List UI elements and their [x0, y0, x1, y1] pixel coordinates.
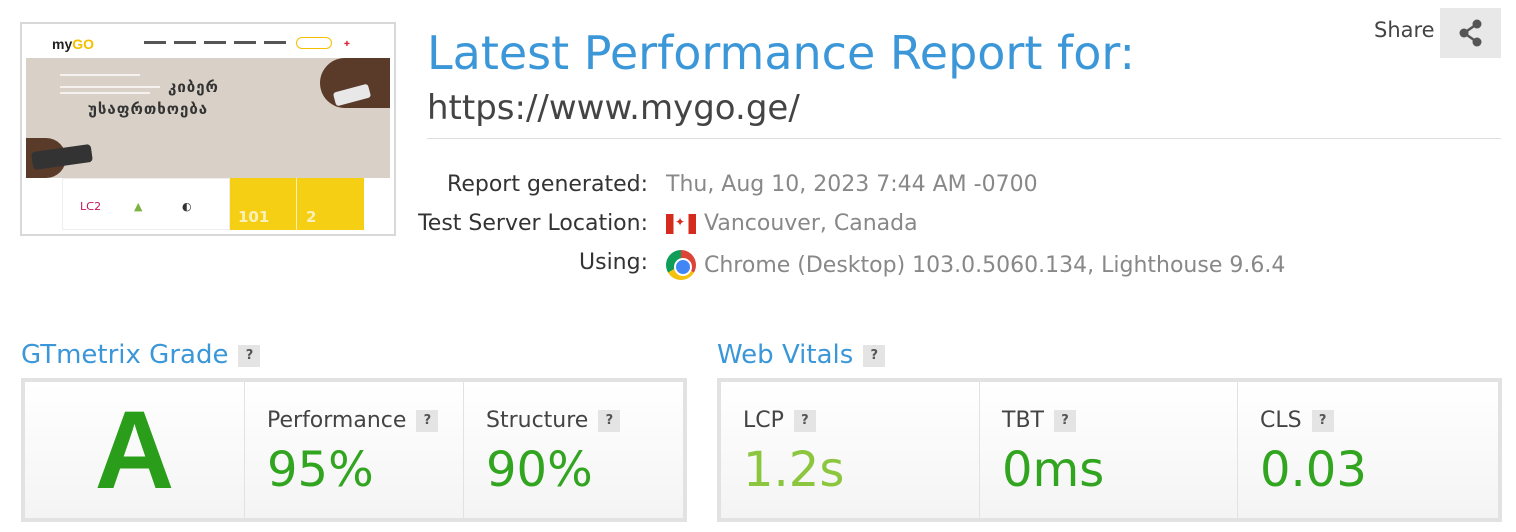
thumbnail-headline-2: უსაფრთხოება — [88, 100, 209, 118]
thumbnail-pill — [296, 37, 332, 49]
lcp-cell: LCP? 1.2s — [721, 382, 980, 518]
help-icon[interactable]: ? — [598, 410, 621, 432]
thumbnail-lang-icon: ✚ — [344, 40, 350, 48]
divider — [427, 138, 1501, 139]
tbt-label: TBT? — [1002, 408, 1076, 433]
lcp-label: LCP? — [743, 408, 816, 433]
thumbnail-text-line — [60, 74, 140, 76]
lcp-value: 1.2s — [743, 442, 845, 498]
chrome-icon — [666, 250, 696, 280]
share-button[interactable] — [1440, 8, 1501, 58]
meta-label: Test Server Location: — [418, 211, 648, 236]
web-vitals-title: Web Vitals? — [717, 340, 886, 370]
tbt-cell: TBT? 0ms — [980, 382, 1238, 518]
page-title: Latest Performance Report for: — [427, 26, 1135, 80]
structure-value: 90% — [486, 442, 593, 498]
thumbnail-partner-logo: ▲ — [134, 200, 143, 213]
structure-label: Structure? — [486, 408, 621, 433]
meta-row-generated: Report generated: Thu, Aug 10, 2023 7:44… — [400, 172, 1300, 200]
meta-value: Vancouver, Canada — [666, 211, 918, 236]
structure-cell: Structure? 90% — [464, 382, 683, 518]
help-icon[interactable]: ? — [238, 344, 261, 367]
browser-text: Chrome (Desktop) 103.0.5060.134, Lightho… — [704, 252, 1286, 278]
share-label[interactable]: Share — [1374, 18, 1435, 42]
thumbnail-stats-panel: 101 2 — [230, 178, 364, 230]
help-icon[interactable]: ? — [1053, 410, 1076, 432]
thumbnail-logo: myGO — [52, 36, 95, 52]
grade-letter: A — [25, 382, 244, 518]
thumbnail-partner-logo: ◐ — [182, 200, 192, 213]
cls-cell: CLS? 0.03 — [1238, 382, 1498, 518]
web-vitals-panel: LCP? 1.2s TBT? 0ms CLS? 0.03 — [717, 378, 1502, 522]
performance-label: Performance? — [267, 408, 439, 433]
location-text: Vancouver, Canada — [704, 211, 918, 236]
meta-value: Thu, Aug 10, 2023 7:44 AM -0700 — [666, 172, 1038, 197]
meta-row-location: Test Server Location: Vancouver, Canada — [400, 211, 1300, 239]
thumbnail-stat-2: 2 — [306, 208, 317, 226]
thumbnail-nav: myGO ✚ — [26, 28, 390, 58]
thumbnail-menu — [144, 41, 286, 44]
thumbnail-text-line — [60, 92, 150, 94]
gtmetrix-grade-panel: A Performance? 95% Structure? 90% — [21, 378, 687, 522]
help-icon[interactable]: ? — [416, 410, 439, 432]
thumbnail-text-line — [60, 86, 160, 88]
canada-flag-icon — [666, 213, 696, 234]
help-icon[interactable]: ? — [1311, 410, 1334, 432]
performance-value: 95% — [267, 442, 374, 498]
thumbnail-stat-1: 101 — [238, 208, 270, 226]
tbt-value: 0ms — [1002, 442, 1105, 498]
report-screenshot-thumbnail[interactable]: myGO ✚ კიბერ უსაფრთხოება ᒪᑕ2 ▲ ◐ 101 2 — [20, 22, 396, 236]
cls-label: CLS? — [1260, 408, 1334, 433]
thumbnail-image: myGO ✚ კიბერ უსაფრთხოება ᒪᑕ2 ▲ ◐ 101 2 — [26, 28, 390, 230]
share-icon — [1459, 19, 1481, 47]
help-icon[interactable]: ? — [793, 410, 816, 432]
meta-row-using: Using: Chrome (Desktop) 103.0.5060.134, … — [400, 250, 1300, 280]
thumbnail-headline-1: კიბერ — [168, 78, 219, 96]
meta-value: Chrome (Desktop) 103.0.5060.134, Lightho… — [666, 250, 1285, 280]
meta-label: Report generated: — [447, 172, 648, 197]
grade-cell: A — [25, 382, 245, 518]
cls-value: 0.03 — [1260, 442, 1367, 498]
meta-label: Using: — [579, 250, 648, 275]
performance-cell: Performance? 95% — [245, 382, 464, 518]
thumbnail-partner-logo: ᒪᑕ2 — [80, 200, 102, 213]
help-icon[interactable]: ? — [863, 344, 886, 367]
gtmetrix-grade-title: GTmetrix Grade? — [21, 340, 261, 370]
report-url[interactable]: https://www.mygo.ge/ — [427, 88, 800, 128]
